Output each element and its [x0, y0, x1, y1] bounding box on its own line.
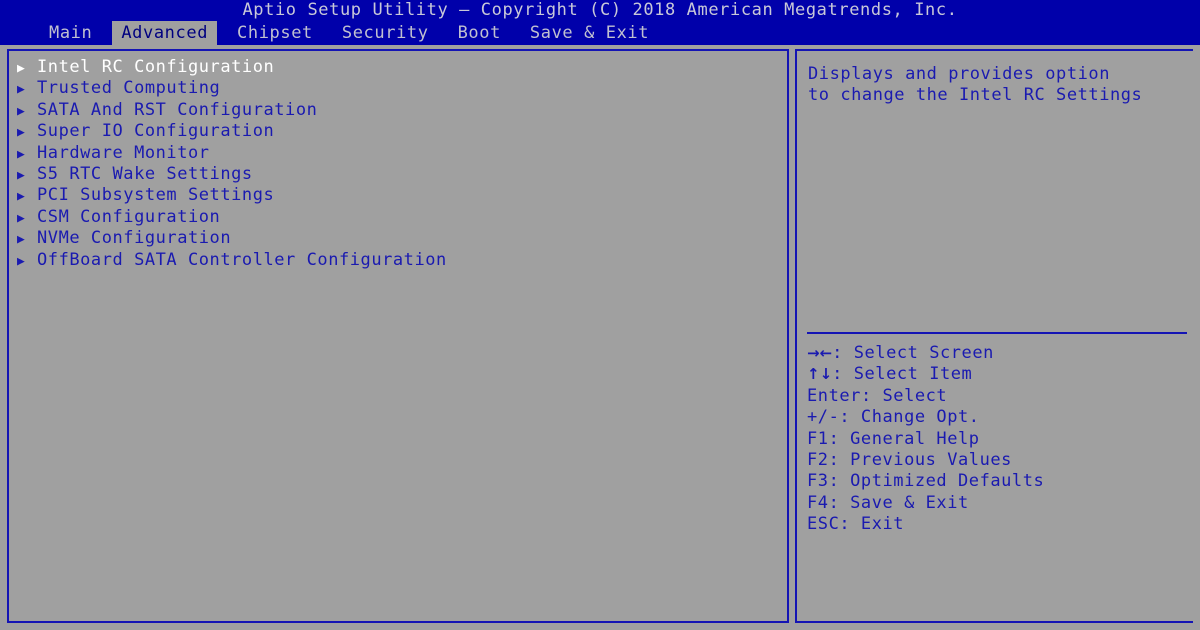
legend-row: ESC: Exit [807, 514, 1187, 535]
legend-action-label: : General Help [828, 428, 980, 449]
legend-key-label: ESC [807, 514, 840, 535]
legend-row: +/-: Change Opt. [807, 407, 1187, 428]
key-legend-list: →←: Select Screen ↑↓: Select Item Enter: S… [807, 343, 1187, 536]
menu-item-pci-subsystem-settings[interactable]: ▶ PCI Subsystem Settings [17, 185, 777, 206]
main-options-panel: ▶ Intel RC Configuration ▶ Trusted Computin… [7, 49, 789, 623]
submenu-arrow-icon: ▶ [17, 167, 26, 183]
menu-item-trusted-computing[interactable]: ▶ Trusted Computing [17, 78, 777, 99]
legend-action-label: : Select Item [832, 364, 973, 385]
menu-item-label: Super IO Configuration [37, 121, 275, 142]
legend-action-label: : Change Opt. [839, 407, 980, 428]
menu-item-label: S5 RTC Wake Settings [37, 163, 253, 184]
tab-save-exit[interactable]: Save & Exit [521, 21, 658, 45]
submenu-arrow-icon: ▶ [17, 103, 26, 119]
tab-security[interactable]: Security [333, 21, 438, 45]
legend-key-label: F4 [807, 492, 829, 513]
legend-action-label: : Exit [839, 514, 905, 535]
legend-row: ↑↓: Select Item [807, 364, 1187, 385]
info-panel: Displays and provides option to change t… [795, 49, 1193, 623]
legend-action-label: : Select Screen [832, 343, 994, 363]
menu-item-csm-configuration[interactable]: ▶ CSM Configuration [17, 207, 777, 228]
legend-row: →←: Select Screen [807, 343, 1187, 364]
submenu-arrow-icon: ▶ [17, 125, 26, 141]
legend-key-label: Enter [807, 385, 861, 406]
legend-key-arrow-icon: →← [807, 344, 833, 362]
legend-key-label: F1 [807, 428, 829, 449]
panel-divider [807, 332, 1187, 334]
submenu-arrow-icon: ▶ [17, 232, 26, 248]
menu-item-label: Hardware Monitor [37, 142, 210, 163]
menu-item-s5-rtc-wake-settings[interactable]: ▶ S5 RTC Wake Settings [17, 164, 777, 185]
advanced-menu-list: ▶ Intel RC Configuration ▶ Trusted Computin… [17, 57, 777, 271]
tab-chipset[interactable]: Chipset [228, 21, 322, 45]
submenu-arrow-icon: ▶ [17, 253, 26, 269]
tab-advanced[interactable]: Advanced [112, 21, 218, 45]
submenu-arrow-icon: ▶ [17, 61, 26, 76]
menu-item-hardware-monitor[interactable]: ▶ Hardware Monitor [17, 143, 777, 164]
menu-item-label: SATA And RST Configuration [37, 99, 318, 120]
menu-item-label: NVMe Configuration [37, 228, 232, 249]
menu-item-label: CSM Configuration [37, 206, 221, 227]
submenu-arrow-icon: ▶ [17, 189, 26, 205]
submenu-arrow-icon: ▶ [17, 210, 26, 226]
legend-key-label: F3 [807, 471, 829, 492]
menu-item-nvme-configuration[interactable]: ▶ NVMe Configuration [17, 228, 777, 249]
help-description-text: Displays and provides option to change t… [808, 64, 1143, 106]
menu-item-intel-rc-configuration[interactable]: ▶ Intel RC Configuration [17, 57, 777, 78]
bios-setup-screen: Aptio Setup Utility – Copyright (C) 2018… [0, 0, 1200, 630]
submenu-arrow-icon: ▶ [17, 146, 26, 162]
legend-row: F2: Previous Values [807, 450, 1187, 471]
window-title: Aptio Setup Utility – Copyright (C) 2018… [0, 0, 1200, 21]
legend-action-label: : Select [860, 385, 948, 406]
legend-key-label: F2 [807, 449, 829, 470]
tab-boot[interactable]: Boot [449, 21, 510, 45]
legend-row: F3: Optimized Defaults [807, 471, 1187, 492]
menu-item-label: OffBoard SATA Controller Configuration [37, 249, 447, 270]
menu-item-label: Trusted Computing [37, 78, 221, 99]
legend-row: F4: Save & Exit [807, 493, 1187, 514]
menu-tab-bar: Main Advanced Chipset Security Boot Save & Ex… [0, 21, 1200, 45]
menu-item-label: Intel RC Configuration [37, 57, 275, 77]
legend-row: F1: General Help [807, 429, 1187, 450]
menu-item-super-io-configuration[interactable]: ▶ Super IO Configuration [17, 121, 777, 142]
legend-row: Enter: Select [807, 386, 1187, 407]
submenu-arrow-icon: ▶ [17, 82, 26, 98]
menu-item-offboard-sata-controller-configuration[interactable]: ▶ OffBoard SATA Controller Configuration [17, 250, 777, 271]
legend-action-label: : Previous Values [828, 449, 1012, 470]
menu-item-sata-and-rst-configuration[interactable]: ▶ SATA And RST Configuration [17, 100, 777, 121]
menu-item-label: PCI Subsystem Settings [37, 185, 275, 206]
legend-action-label: : Save & Exit [828, 492, 969, 513]
legend-key-arrow-icon: ↑↓ [807, 365, 833, 384]
legend-key-label: +/- [807, 407, 840, 428]
tab-main[interactable]: Main [40, 21, 101, 45]
legend-action-label: : Optimized Defaults [828, 471, 1045, 492]
